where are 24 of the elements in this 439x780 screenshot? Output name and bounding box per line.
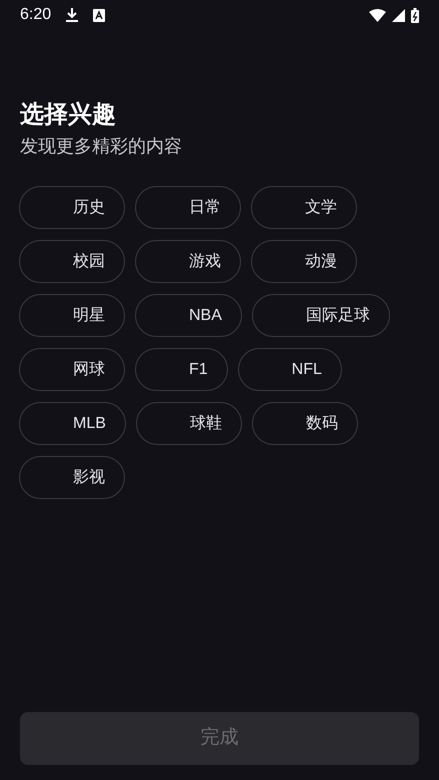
download-icon (65, 7, 80, 23)
interest-chip[interactable]: NFL (238, 348, 342, 391)
interest-chip[interactable]: 明星 (19, 294, 125, 337)
battery-icon (411, 8, 419, 22)
page-subtitle: 发现更多精彩的内容 (20, 135, 183, 158)
wifi-icon (369, 8, 386, 22)
interest-chip[interactable]: NBA (135, 294, 242, 337)
interest-chip[interactable]: 文学 (251, 186, 357, 229)
interest-chip[interactable]: 国际足球 (252, 294, 390, 337)
keyboard-icon (93, 8, 106, 22)
interest-chip[interactable]: 数码 (252, 402, 358, 445)
interest-chip[interactable]: 游戏 (135, 240, 241, 283)
signal-icon (392, 8, 405, 22)
status-time: 6:20 (20, 5, 52, 25)
interest-chip[interactable]: F1 (135, 348, 228, 391)
interest-chip[interactable]: 影视 (19, 456, 125, 499)
interest-chip[interactable]: 动漫 (251, 240, 357, 283)
interest-chip[interactable]: 网球 (19, 348, 125, 391)
interest-chip[interactable]: 历史 (19, 186, 125, 229)
interest-chip[interactable]: 日常 (135, 186, 241, 229)
page-title: 选择兴趣 (20, 100, 117, 130)
interest-chip[interactable]: MLB (19, 402, 126, 445)
interest-chip[interactable]: 校园 (19, 240, 125, 283)
interest-chip[interactable]: 球鞋 (136, 402, 242, 445)
